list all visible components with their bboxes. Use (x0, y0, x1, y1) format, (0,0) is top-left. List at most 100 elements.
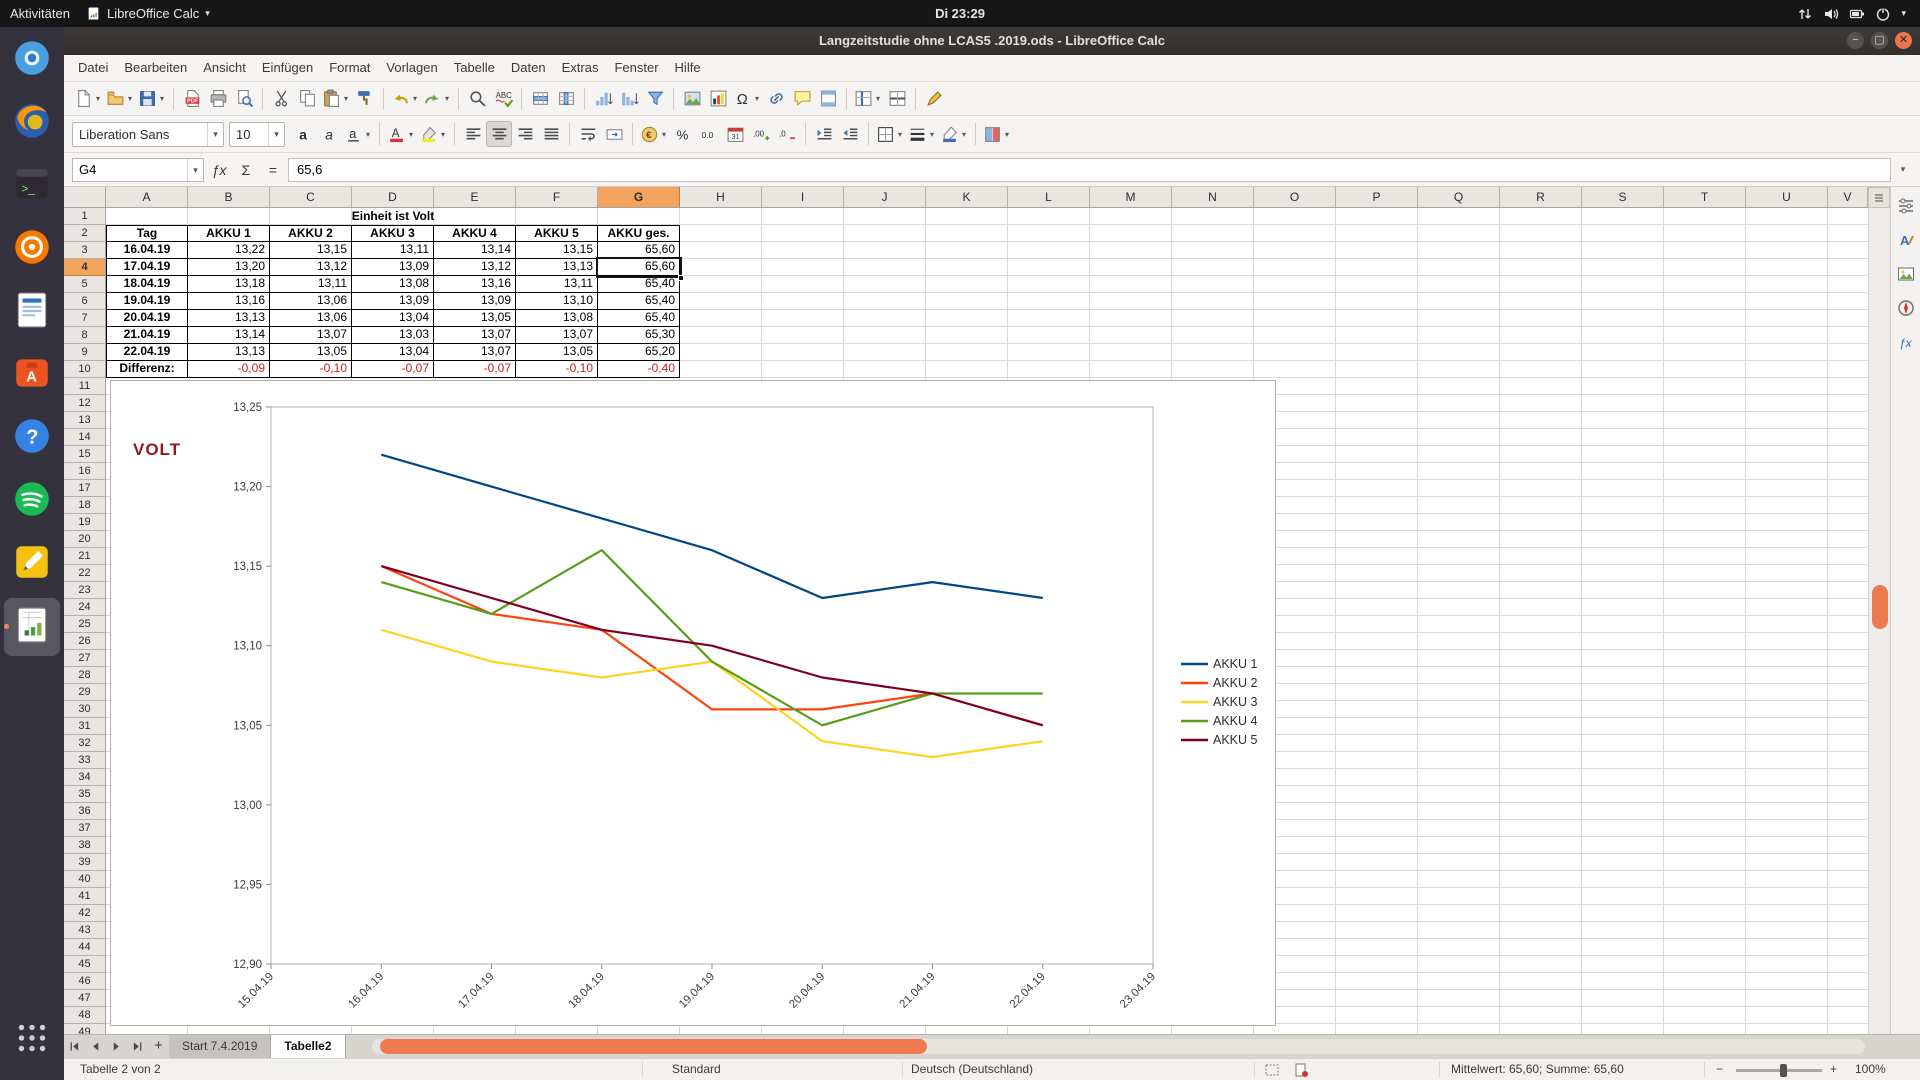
row-header-45[interactable]: 45 (64, 956, 105, 973)
menubar-item-2[interactable]: Ansicht (195, 55, 254, 81)
name-box[interactable]: ▾ (72, 158, 204, 182)
column-header-N[interactable]: N (1172, 187, 1254, 207)
cell-D6[interactable]: 13,09 (352, 293, 434, 310)
chevron-down-icon[interactable]: ▾ (158, 94, 166, 103)
column-header-C[interactable]: C (270, 187, 352, 207)
cell-G6[interactable]: 65,40 (598, 293, 680, 310)
column-header-A[interactable]: A (106, 187, 188, 207)
sum-button[interactable]: Σ (234, 158, 258, 182)
cell-B5[interactable]: 13,18 (188, 276, 270, 293)
minimize-button[interactable]: − (1847, 32, 1864, 49)
page-style-status[interactable]: Standard (672, 1059, 721, 1080)
spelling-button[interactable]: ABC (490, 86, 516, 112)
maximize-button[interactable]: ▢ (1871, 32, 1888, 49)
cell-G9[interactable]: 65,20 (598, 344, 680, 361)
row-header-6[interactable]: 6 (64, 293, 105, 310)
row-header-48[interactable]: 48 (64, 1007, 105, 1024)
column-header-U[interactable]: U (1746, 187, 1828, 207)
cell-G2[interactable]: AKKU ges. (598, 225, 680, 242)
cell-C3[interactable]: 13,15 (270, 242, 352, 259)
chevron-down-icon[interactable]: ▾ (207, 123, 223, 146)
cell-C8[interactable]: 13,07 (270, 327, 352, 344)
cell-A2[interactable]: Tag (106, 225, 188, 242)
sidebar-toggle-button[interactable] (1868, 187, 1890, 208)
cell-E10[interactable]: -0,07 (434, 361, 516, 378)
row-header-2[interactable]: 2 (64, 225, 105, 242)
document-modified-icon[interactable] (1293, 1062, 1309, 1080)
row-header-20[interactable]: 20 (64, 531, 105, 548)
column-header-B[interactable]: B (188, 187, 270, 207)
cell-D7[interactable]: 13,04 (352, 310, 434, 327)
row-header-16[interactable]: 16 (64, 463, 105, 480)
cell-C9[interactable]: 13,05 (270, 344, 352, 361)
row-header-11[interactable]: 11 (64, 378, 105, 395)
sheet-position-status[interactable]: Tabelle 2 von 2 (80, 1059, 161, 1080)
cell-E5[interactable]: 13,16 (434, 276, 516, 293)
row-header-29[interactable]: 29 (64, 684, 105, 701)
last-sheet-button[interactable] (127, 1035, 148, 1058)
row-header-43[interactable]: 43 (64, 922, 105, 939)
chevron-down-icon[interactable]: ▾ (660, 130, 668, 139)
row-header-15[interactable]: 15 (64, 446, 105, 463)
column-header-H[interactable]: H (680, 187, 762, 207)
row-header-31[interactable]: 31 (64, 718, 105, 735)
row-header-30[interactable]: 30 (64, 701, 105, 718)
row-header-41[interactable]: 41 (64, 888, 105, 905)
row-header-22[interactable]: 22 (64, 565, 105, 582)
cut-button[interactable] (268, 86, 294, 112)
next-sheet-button[interactable] (106, 1035, 127, 1058)
column-header-V[interactable]: V (1828, 187, 1868, 207)
power-icon[interactable] (1875, 6, 1891, 22)
sidebar-navigator-icon[interactable] (1895, 298, 1917, 320)
column-header-O[interactable]: O (1254, 187, 1336, 207)
cell-B3[interactable]: 13,22 (188, 242, 270, 259)
column-header-J[interactable]: J (844, 187, 926, 207)
cell-A5[interactable]: 18.04.19 (106, 276, 188, 293)
row-header-13[interactable]: 13 (64, 412, 105, 429)
chevron-down-icon[interactable]: ▾ (364, 130, 372, 139)
row-header-26[interactable]: 26 (64, 633, 105, 650)
cell-F5[interactable]: 13,11 (516, 276, 598, 293)
battery-icon[interactable] (1849, 6, 1865, 22)
borders-button[interactable]: ▾ (874, 121, 906, 147)
align-right-button[interactable] (512, 121, 538, 147)
increase-indent-button[interactable] (811, 121, 837, 147)
launcher-spotify[interactable] (4, 472, 60, 530)
column-header-R[interactable]: R (1500, 187, 1582, 207)
menubar-item-3[interactable]: Einfügen (254, 55, 321, 81)
row-header-44[interactable]: 44 (64, 939, 105, 956)
chevron-down-icon[interactable]: ▾ (928, 130, 936, 139)
cell-E9[interactable]: 13,07 (434, 344, 516, 361)
border-color-button[interactable]: ▾ (938, 121, 970, 147)
cell-D3[interactable]: 13,11 (352, 242, 434, 259)
paste-button[interactable]: ▾ (320, 86, 352, 112)
close-button[interactable]: ✕ (1895, 32, 1912, 49)
cell-B4[interactable]: 13,20 (188, 259, 270, 276)
chevron-down-icon[interactable]: ▾ (874, 94, 882, 103)
row-header-7[interactable]: 7 (64, 310, 105, 327)
column-header-E[interactable]: E (434, 187, 516, 207)
chevron-down-icon[interactable]: ▾ (407, 130, 415, 139)
cell-E8[interactable]: 13,07 (434, 327, 516, 344)
row-header-47[interactable]: 47 (64, 990, 105, 1007)
chevron-down-icon[interactable]: ▾ (268, 123, 284, 146)
cell-G8[interactable]: 65,30 (598, 327, 680, 344)
delete-decimal-button[interactable]: ,0 (774, 121, 800, 147)
row-header-14[interactable]: 14 (64, 429, 105, 446)
cell-C6[interactable]: 13,06 (270, 293, 352, 310)
chevron-down-icon[interactable]: ▾ (443, 94, 451, 103)
show-draw-functions-button[interactable] (921, 86, 947, 112)
row-header-33[interactable]: 33 (64, 752, 105, 769)
chevron-down-icon[interactable]: ▾ (439, 130, 447, 139)
clock[interactable]: Di 23:29 (0, 6, 1920, 21)
row-header-36[interactable]: 36 (64, 803, 105, 820)
cell-C4[interactable]: 13,12 (270, 259, 352, 276)
add-sheet-button[interactable]: + (148, 1035, 169, 1058)
column-header-G[interactable]: G (598, 187, 680, 207)
freeze-rows-columns-button[interactable]: ▾ (852, 86, 884, 112)
cell-reference-input[interactable] (73, 159, 187, 181)
insert-image-button[interactable] (679, 86, 705, 112)
activities-button[interactable]: Aktivitäten (10, 6, 70, 21)
row-header-39[interactable]: 39 (64, 854, 105, 871)
cell-C5[interactable]: 13,11 (270, 276, 352, 293)
